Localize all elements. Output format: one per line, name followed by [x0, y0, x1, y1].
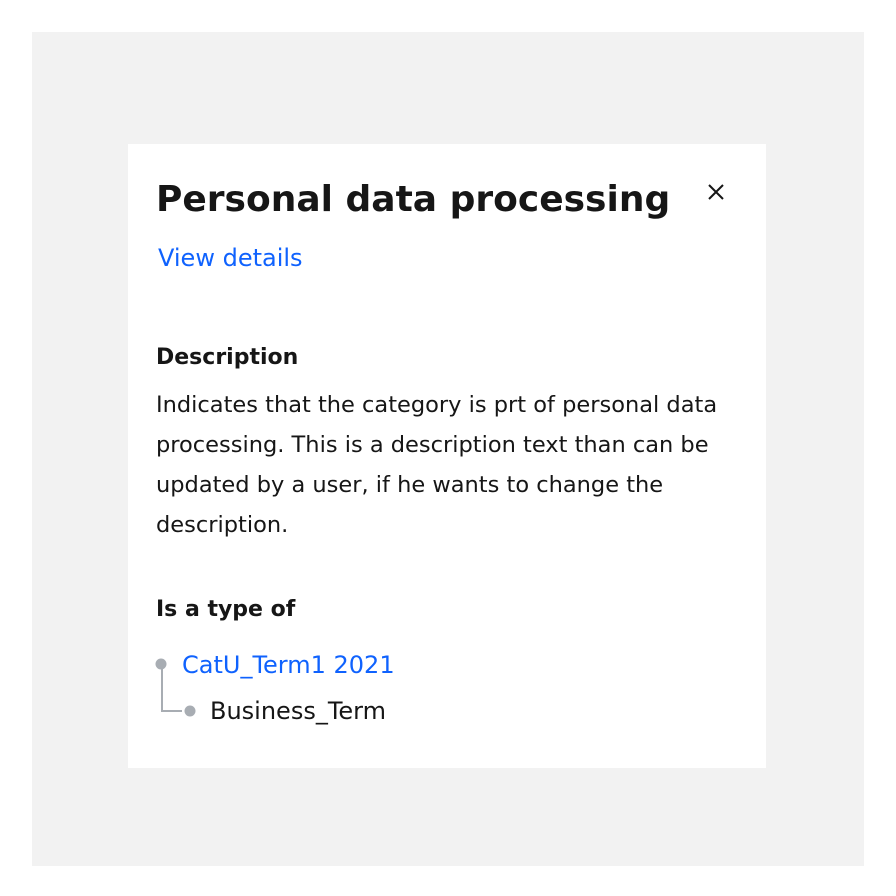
parent-node-dot-icon	[155, 658, 167, 670]
view-details-link[interactable]: View details	[158, 241, 303, 275]
panel-title: Personal data processing	[156, 179, 671, 220]
type-of-heading: Is a type of	[156, 597, 296, 622]
details-panel: Personal data processing View details De…	[128, 144, 766, 768]
close-icon	[708, 184, 724, 200]
child-node-dot-icon	[184, 705, 196, 717]
close-button[interactable]	[698, 174, 734, 210]
description-text: Indicates that the category is prt of pe…	[156, 392, 718, 538]
bottom-strip	[128, 866, 766, 896]
child-term-label: Business_Term	[210, 697, 387, 725]
description-heading: Description	[156, 345, 299, 370]
parent-term-link[interactable]: CatU_Term1 2021	[182, 648, 395, 682]
